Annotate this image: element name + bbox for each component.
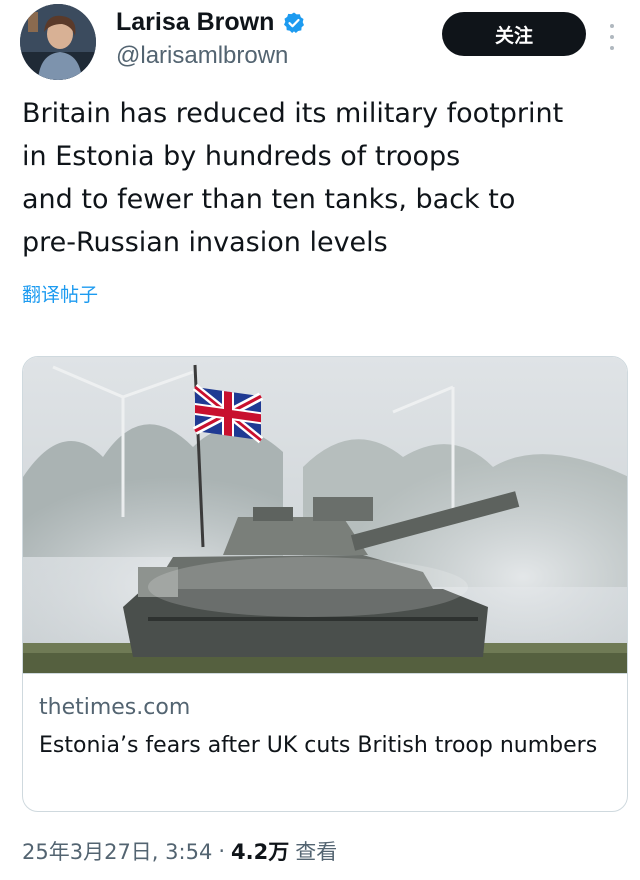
tweet-text-line: in Estonia by hundreds of troops (22, 141, 461, 172)
profile-avatar-image (20, 4, 96, 80)
tweet-timestamp[interactable]: 25年3月27日, 3:54 (22, 836, 212, 866)
card-divider (23, 673, 627, 674)
views-count[interactable]: 4.2万 (231, 836, 289, 866)
avatar[interactable] (20, 4, 96, 80)
tank-with-union-flag-image (23, 357, 627, 673)
verified-badge-icon (282, 11, 306, 35)
author-name-row: Larisa Brown (116, 8, 306, 37)
follow-button[interactable]: 关注 (442, 12, 586, 56)
views-label: 查看 (295, 840, 338, 864)
more-options-icon[interactable] (604, 20, 620, 54)
author-handle[interactable]: @larisamlbrown (116, 42, 288, 70)
card-image[interactable] (23, 357, 627, 673)
tweet-text: Britain has reduced its military footpri… (22, 92, 622, 264)
tweet-text-line: and to fewer than ten tanks, back to (22, 184, 516, 215)
tweet-text-line: Britain has reduced its military footpri… (22, 98, 564, 129)
meta-separator: · (218, 839, 225, 863)
tweet-text-line: pre-Russian invasion levels (22, 227, 388, 258)
translate-post-link[interactable]: 翻译帖子 (22, 280, 98, 307)
card-title[interactable]: Estonia’s fears after UK cuts British tr… (39, 729, 609, 763)
card-domain[interactable]: thetimes.com (39, 695, 190, 720)
tweet-meta: 25年3月27日, 3:54 · 4.2万 查看 (22, 836, 337, 866)
tweet-header: Larisa Brown @larisamlbrown 关注 (0, 0, 640, 90)
link-preview-card[interactable]: thetimes.com Estonia’s fears after UK cu… (22, 356, 628, 812)
author-name[interactable]: Larisa Brown (116, 8, 274, 37)
